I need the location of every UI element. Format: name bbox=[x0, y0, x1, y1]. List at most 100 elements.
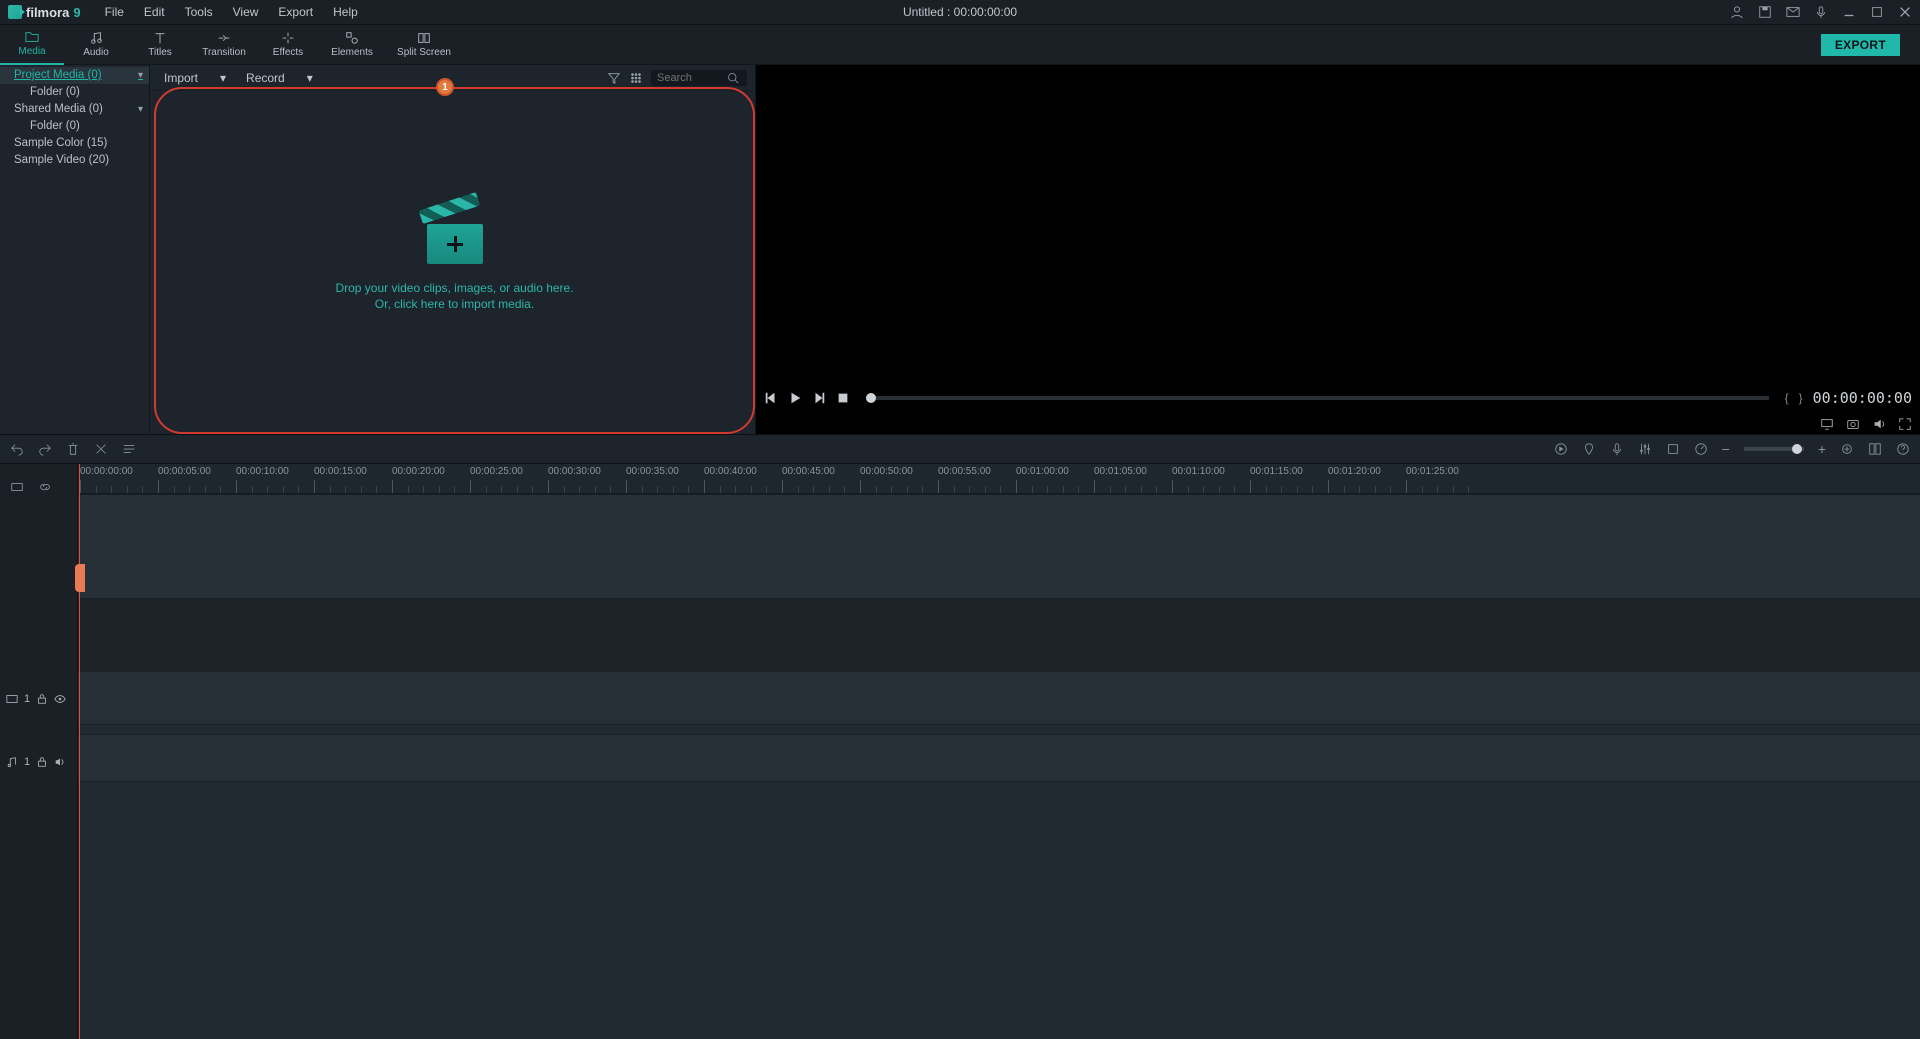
project-title: Untitled : 00:00:00:00 bbox=[903, 5, 1017, 19]
timeline-tracks[interactable]: 00:00:00:0000:00:05:0000:00:10:0000:00:1… bbox=[78, 464, 1920, 1039]
audio-mixer-icon[interactable] bbox=[1638, 442, 1652, 456]
export-button[interactable]: EXPORT bbox=[1821, 34, 1900, 56]
search-box[interactable] bbox=[651, 70, 747, 86]
logo-icon bbox=[8, 5, 22, 19]
timeline-view-icon[interactable] bbox=[1868, 442, 1882, 456]
search-icon[interactable] bbox=[727, 72, 739, 84]
tab-media[interactable]: Media bbox=[0, 25, 64, 65]
display-icon[interactable] bbox=[1820, 417, 1834, 431]
zoom-out-icon[interactable]: − bbox=[1722, 441, 1730, 457]
lock-icon[interactable] bbox=[36, 693, 48, 705]
camera-icon[interactable] bbox=[1846, 417, 1860, 431]
menu-export[interactable]: Export bbox=[268, 1, 323, 23]
zoom-in-icon[interactable]: + bbox=[1818, 441, 1826, 457]
record-dropdown[interactable]: Record ▾ bbox=[240, 69, 319, 87]
sidebar-item-label: Project Media (0) bbox=[14, 68, 102, 83]
record-label: Record bbox=[246, 71, 285, 85]
app-logo: filmora9 bbox=[8, 5, 81, 20]
mail-icon[interactable] bbox=[1786, 5, 1800, 19]
next-frame-icon[interactable] bbox=[812, 391, 826, 405]
speaker-icon[interactable] bbox=[54, 756, 66, 768]
play-icon[interactable] bbox=[788, 391, 802, 405]
tab-titles[interactable]: Titles bbox=[128, 25, 192, 65]
tab-split-screen[interactable]: Split Screen bbox=[384, 25, 464, 65]
time-ruler[interactable]: 00:00:00:0000:00:05:0000:00:10:0000:00:1… bbox=[78, 464, 1920, 494]
playhead-grip[interactable] bbox=[75, 564, 85, 592]
marker-icon[interactable] bbox=[1582, 442, 1596, 456]
tab-label: Transition bbox=[202, 47, 246, 58]
chevron-down-icon: ▾ bbox=[220, 71, 226, 85]
empty-track[interactable] bbox=[78, 494, 1920, 599]
sidebar-item-shared-media[interactable]: Shared Media (0) ▾ bbox=[0, 101, 149, 118]
grid-view-icon[interactable] bbox=[629, 71, 643, 85]
sidebar-item-folder[interactable]: Folder (0) bbox=[0, 118, 149, 135]
split-clip-icon[interactable] bbox=[94, 442, 108, 456]
menu-help[interactable]: Help bbox=[323, 1, 368, 23]
help-icon[interactable] bbox=[1896, 442, 1910, 456]
video-track[interactable] bbox=[78, 671, 1920, 725]
menu-tools[interactable]: Tools bbox=[175, 1, 223, 23]
app-version-badge: 9 bbox=[73, 5, 80, 20]
media-dropzone[interactable]: Drop your video clips, images, or audio … bbox=[154, 87, 755, 434]
media-panel: Import ▾ Record ▾ Drop your video clips, i… bbox=[150, 65, 755, 434]
volume-icon[interactable] bbox=[1872, 417, 1886, 431]
stop-icon[interactable] bbox=[836, 391, 850, 405]
playhead[interactable] bbox=[79, 464, 80, 1039]
audio-track[interactable] bbox=[78, 734, 1920, 782]
zoom-fit-icon[interactable] bbox=[1840, 442, 1854, 456]
menu-view[interactable]: View bbox=[223, 1, 269, 23]
maximize-icon[interactable] bbox=[1870, 5, 1884, 19]
crop-icon[interactable] bbox=[1666, 442, 1680, 456]
video-track-header[interactable]: 1 bbox=[6, 693, 66, 705]
bracket-right-icon[interactable]: } bbox=[1799, 391, 1803, 405]
voiceover-icon[interactable] bbox=[1610, 442, 1624, 456]
menu-file[interactable]: File bbox=[95, 1, 134, 23]
tab-transition[interactable]: Transition bbox=[192, 25, 256, 65]
sidebar-item-sample-color[interactable]: Sample Color (15) bbox=[0, 135, 149, 152]
sidebar-item-project-media[interactable]: Project Media (0) ▾ bbox=[0, 67, 149, 84]
undo-icon[interactable] bbox=[10, 442, 24, 456]
chevron-down-icon[interactable]: ▾ bbox=[138, 68, 143, 83]
chevron-down-icon: ▾ bbox=[307, 71, 313, 85]
zoom-slider[interactable] bbox=[1744, 447, 1804, 451]
track-id: 1 bbox=[24, 693, 30, 705]
fullscreen-icon[interactable] bbox=[1898, 417, 1912, 431]
delete-icon[interactable] bbox=[66, 442, 80, 456]
snap-icon[interactable] bbox=[10, 480, 24, 494]
preview-panel: { } 00:00:00:00 bbox=[755, 65, 1920, 434]
menu-edit[interactable]: Edit bbox=[134, 1, 175, 23]
chevron-down-icon[interactable]: ▾ bbox=[138, 102, 143, 117]
tab-effects[interactable]: Effects bbox=[256, 25, 320, 65]
save-icon[interactable] bbox=[1758, 5, 1772, 19]
close-icon[interactable] bbox=[1898, 5, 1912, 19]
scrubber-handle[interactable] bbox=[866, 393, 876, 403]
eye-icon[interactable] bbox=[54, 693, 66, 705]
redo-icon[interactable] bbox=[38, 442, 52, 456]
audio-track-header[interactable]: 1 bbox=[6, 756, 66, 768]
minimize-icon[interactable] bbox=[1842, 5, 1856, 19]
sidebar-item-folder[interactable]: Folder (0) bbox=[0, 84, 149, 101]
lock-icon[interactable] bbox=[36, 756, 48, 768]
sidebar-item-label: Shared Media (0) bbox=[14, 102, 103, 117]
preview-scrubber[interactable] bbox=[866, 396, 1769, 400]
speed-icon[interactable] bbox=[1694, 442, 1708, 456]
tab-label: Effects bbox=[273, 47, 303, 58]
track-id: 1 bbox=[24, 756, 30, 768]
search-input[interactable] bbox=[657, 72, 727, 84]
filter-icon[interactable] bbox=[607, 71, 621, 85]
import-dropdown[interactable]: Import ▾ bbox=[158, 69, 232, 87]
user-icon[interactable] bbox=[1730, 5, 1744, 19]
sparkle-icon bbox=[281, 31, 295, 45]
tab-audio[interactable]: Audio bbox=[64, 25, 128, 65]
link-icon[interactable] bbox=[38, 480, 52, 494]
edit-icon[interactable] bbox=[122, 442, 136, 456]
render-icon[interactable] bbox=[1554, 442, 1568, 456]
prev-frame-icon[interactable] bbox=[764, 391, 778, 405]
bracket-left-icon[interactable]: { bbox=[1785, 391, 1789, 405]
tab-elements[interactable]: Elements bbox=[320, 25, 384, 65]
mic-icon[interactable] bbox=[1814, 5, 1828, 19]
zoom-handle[interactable] bbox=[1792, 444, 1802, 454]
sidebar-item-sample-video[interactable]: Sample Video (20) bbox=[0, 152, 149, 169]
import-label: Import bbox=[164, 71, 198, 85]
tab-label: Media bbox=[18, 46, 45, 57]
